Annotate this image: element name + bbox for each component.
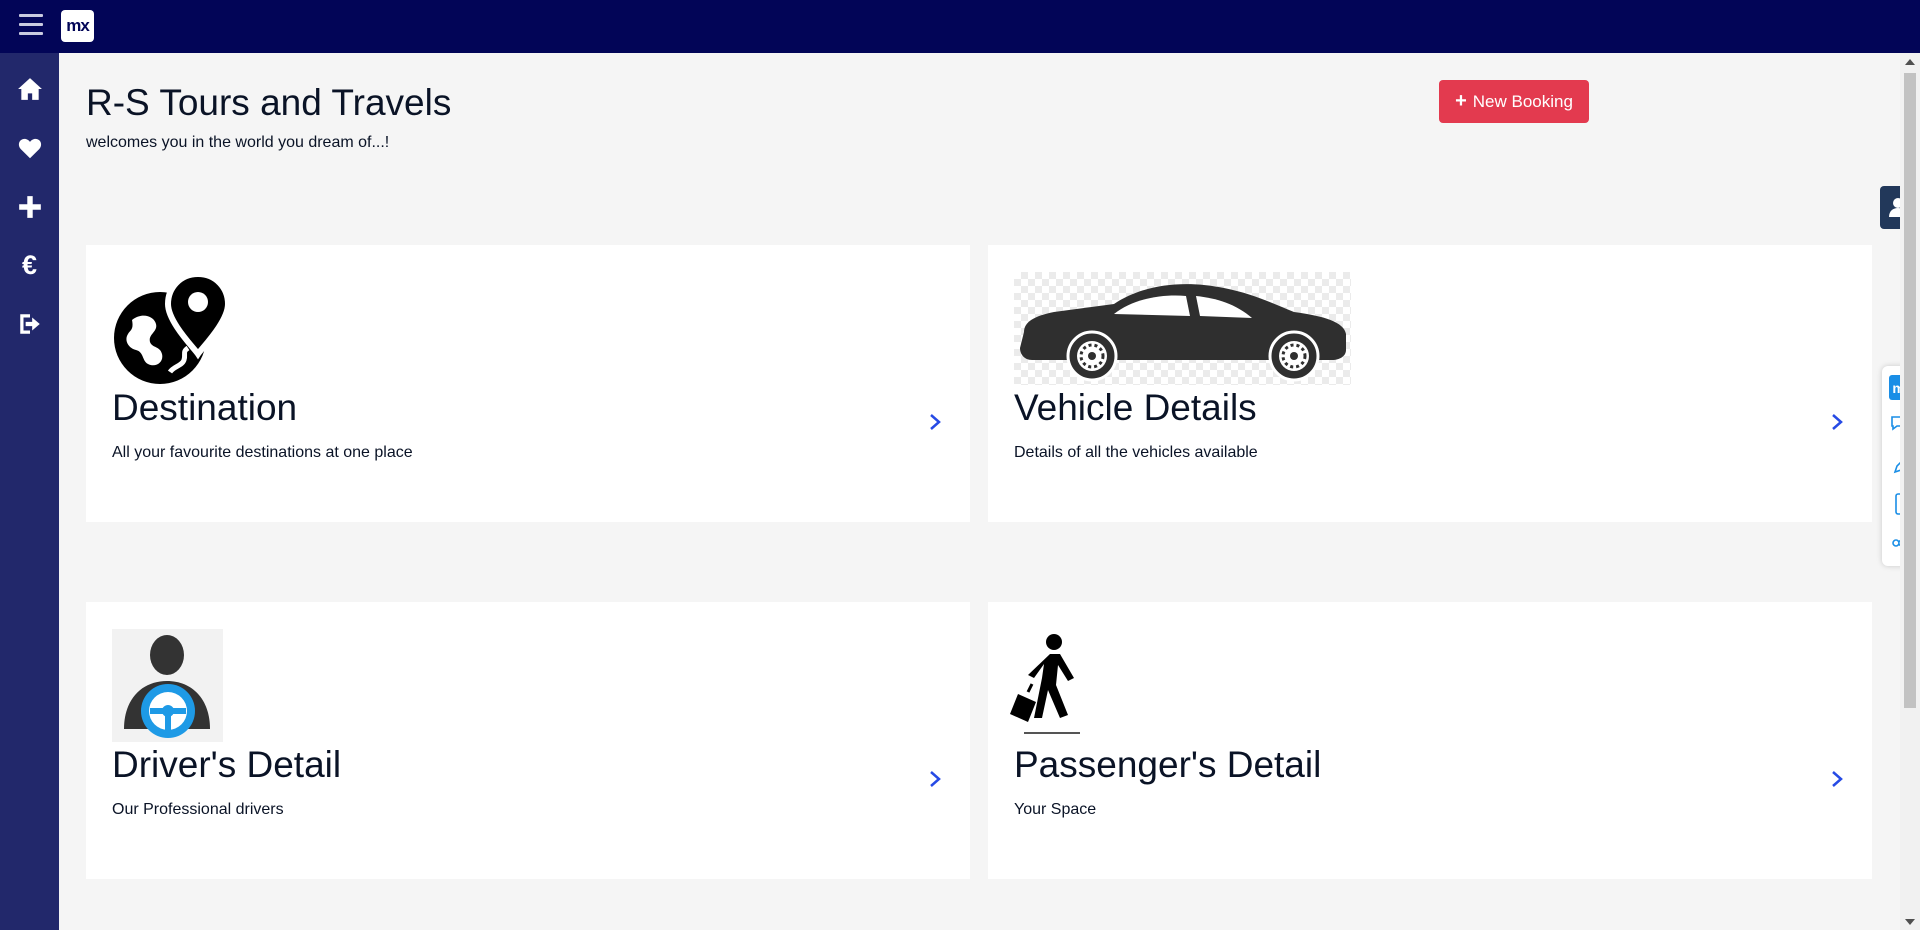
card-description: All your favourite destinations at one p… — [112, 444, 413, 461]
plus-icon — [18, 196, 41, 218]
chevron-right-icon[interactable] — [928, 769, 942, 789]
card-passengers-detail[interactable]: Passenger's Detail Your Space — [988, 602, 1872, 879]
heart-icon — [18, 138, 41, 159]
driver-icon — [112, 629, 223, 742]
passenger-icon — [1002, 632, 1102, 747]
chevron-right-icon[interactable] — [1830, 769, 1844, 789]
hamburger-menu-icon[interactable] — [19, 14, 43, 36]
home-icon — [17, 78, 42, 100]
plus-icon: + — [1455, 90, 1467, 112]
new-booking-label: New Booking — [1472, 91, 1573, 111]
scroll-up-icon[interactable] — [1905, 59, 1915, 65]
card-description: Your Space — [1014, 801, 1097, 818]
sidebar-item-payments[interactable]: € — [0, 243, 59, 287]
card-description: Our Professional drivers — [112, 801, 284, 818]
sidebar-item-add[interactable] — [0, 185, 59, 229]
sidebar-item-favourites[interactable] — [0, 126, 59, 170]
sidebar-item-sign-out[interactable] — [0, 302, 59, 346]
globe-location-icon — [112, 270, 232, 392]
scroll-down-icon[interactable] — [1905, 919, 1915, 925]
new-booking-button[interactable]: + New Booking — [1439, 80, 1589, 123]
sidebar-item-home[interactable] — [0, 67, 59, 111]
chevron-right-icon[interactable] — [1830, 412, 1844, 432]
card-title: Driver's Detail — [112, 744, 342, 785]
page-subtitle: welcomes you in the world you dream of..… — [86, 134, 390, 151]
card-vehicle-details[interactable]: Vehicle Details Details of all the vehic… — [988, 245, 1872, 522]
card-title: Passenger's Detail — [1014, 744, 1322, 785]
main-content: R-S Tours and Travels welcomes you in th… — [59, 53, 1899, 930]
sidebar: € — [0, 53, 59, 930]
chevron-right-icon[interactable] — [928, 412, 942, 432]
sign-out-icon — [19, 314, 40, 334]
scroll-thumb[interactable] — [1904, 73, 1916, 708]
car-icon — [1014, 272, 1351, 385]
top-bar: mx — [0, 0, 1920, 53]
card-description: Details of all the vehicles available — [1014, 444, 1258, 461]
mx-logo[interactable]: mx — [61, 10, 94, 42]
vertical-scrollbar[interactable] — [1900, 53, 1920, 930]
card-destination[interactable]: Destination All your favourite destinati… — [86, 245, 970, 522]
euro-icon: € — [21, 249, 38, 280]
card-drivers-detail[interactable]: Driver's Detail Our Professional drivers — [86, 602, 970, 879]
card-title: Vehicle Details — [1014, 387, 1257, 428]
page-title: R-S Tours and Travels — [86, 82, 452, 123]
card-title: Destination — [112, 387, 298, 428]
